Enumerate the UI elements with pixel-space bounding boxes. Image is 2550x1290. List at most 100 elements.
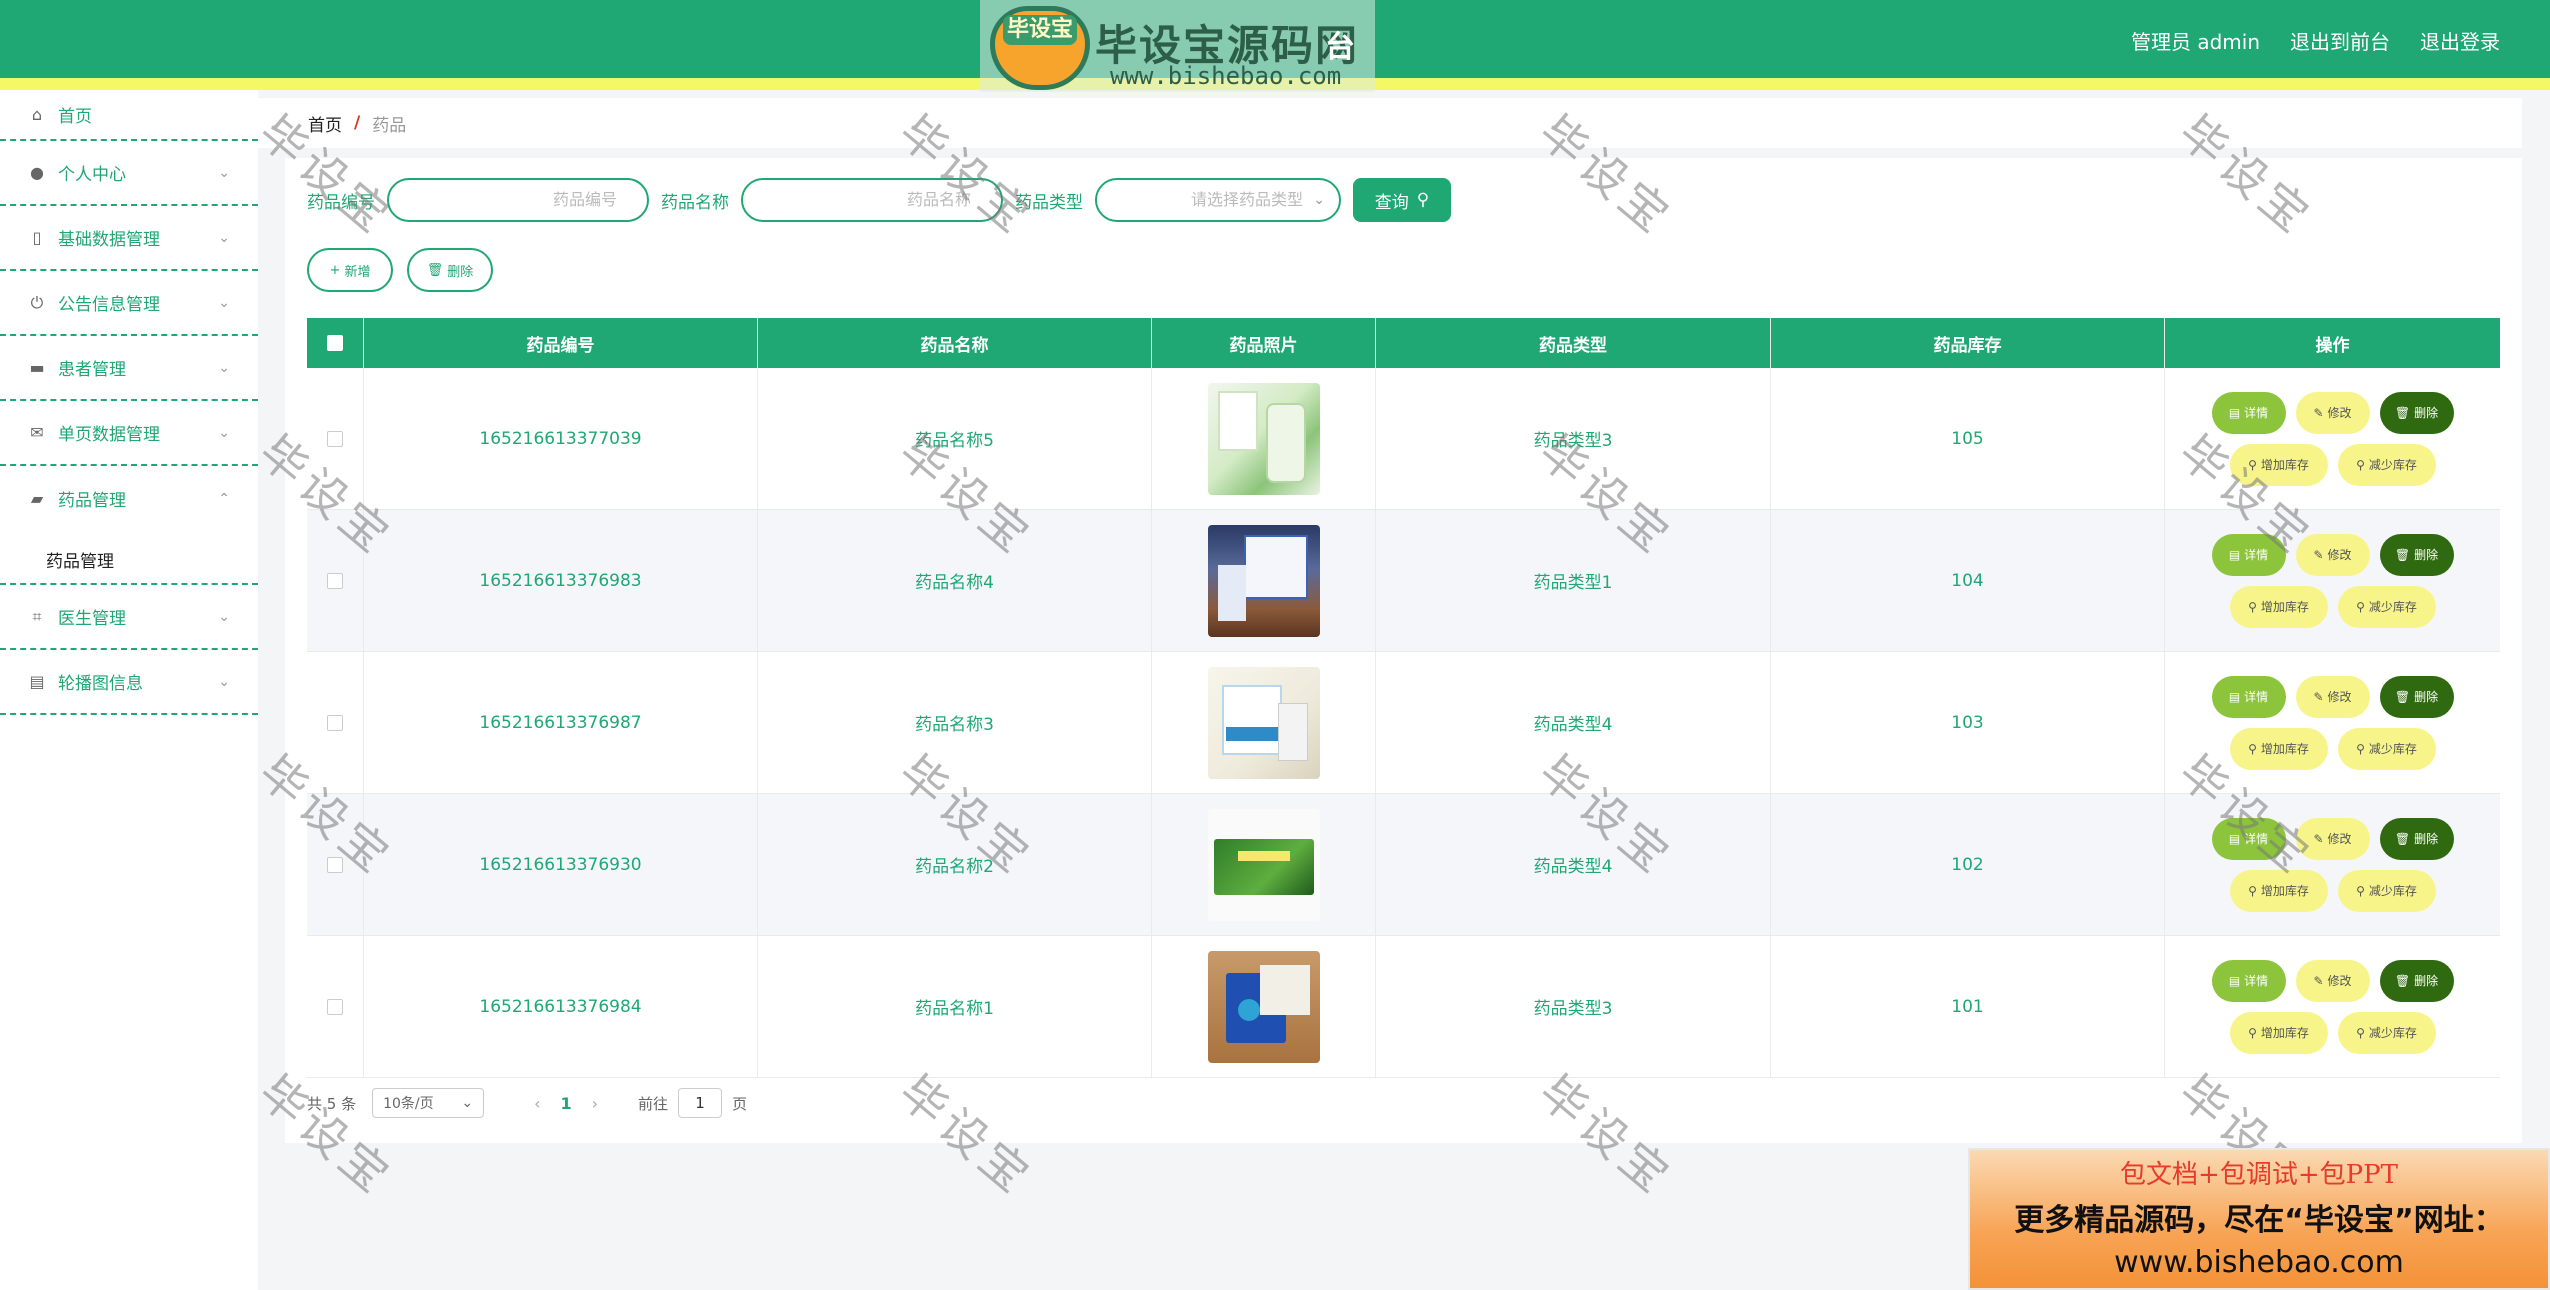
detail-button[interactable]: ▤ 详情 <box>2211 533 2286 576</box>
header-photo[interactable]: 药品照片 <box>1152 318 1376 368</box>
page-size-select[interactable]: 10条/页 ⌄ <box>372 1088 485 1118</box>
edit-button[interactable]: ✎ 修改 <box>2295 817 2370 860</box>
cell-stock: 104 <box>1771 510 2165 651</box>
code-input[interactable]: 药品编号 <box>387 178 649 222</box>
prev-page-icon[interactable]: ‹ <box>534 1094 540 1113</box>
medicine-photo[interactable] <box>1207 382 1320 495</box>
row-checkbox[interactable] <box>327 998 343 1015</box>
reduce-stock-button[interactable]: ⚲ 减少库存 <box>2337 443 2436 486</box>
medicine-photo[interactable] <box>1207 950 1320 1063</box>
delete-label: 删除 <box>2414 974 2439 988</box>
goto-input[interactable]: 1 <box>678 1088 723 1118</box>
mic-icon: ▯ <box>32 228 42 247</box>
row-select-cell <box>307 652 364 793</box>
sidebar-item-home[interactable]: ⌂ 首页 <box>0 90 258 141</box>
select-all-checkbox[interactable] <box>327 335 343 351</box>
medicine-photo[interactable] <box>1207 524 1320 637</box>
header-stock[interactable]: 药品库存 <box>1771 318 2165 368</box>
edit-button[interactable]: ✎ 修改 <box>2295 959 2370 1002</box>
sidebar-item-profile[interactable]: ● 个人中心 ⌄ <box>0 141 258 206</box>
reduce-stock-button[interactable]: ⚲ 减少库存 <box>2337 869 2436 912</box>
detail-button[interactable]: ▤ 详情 <box>2211 959 2286 1002</box>
pin-icon: ⚲ <box>2248 741 2257 756</box>
sidebar-item-medicine[interactable]: ▰ 药品管理 ⌃ <box>0 466 258 531</box>
sidebar-item-patient[interactable]: ▬ 患者管理 ⌄ <box>0 336 258 401</box>
add-stock-button[interactable]: ⚲ 增加库存 <box>2229 443 2328 486</box>
sidebar-item-label: 单页数据管理 <box>58 425 160 445</box>
pin-icon: ⚲ <box>2356 1025 2365 1040</box>
medicine-photo[interactable] <box>1207 666 1320 779</box>
reduce-stock-button[interactable]: ⚲ 减少库存 <box>2337 1011 2436 1054</box>
chevron-down-icon: ⌄ <box>1313 192 1325 208</box>
header-type[interactable]: 药品类型 <box>1376 318 1771 368</box>
cell-code: 165216613376987 <box>364 652 758 793</box>
row-checkbox[interactable] <box>327 856 343 873</box>
pencil-icon: ✎ <box>2313 831 2324 846</box>
sidebar-item-label: 公告信息管理 <box>58 295 160 315</box>
add-stock-button[interactable]: ⚲ 增加库存 <box>2229 869 2328 912</box>
submenu: 药品管理 <box>0 531 258 585</box>
logout-link[interactable]: 退出登录 <box>2420 26 2500 55</box>
detail-label: 详情 <box>2244 406 2269 420</box>
doc-icon: ▤ <box>2228 973 2241 988</box>
delete-button[interactable]: 🗑 删除 <box>2379 817 2454 860</box>
add-label: 新增 <box>344 264 371 280</box>
row-checkbox[interactable] <box>327 430 343 447</box>
add-stock-button[interactable]: ⚲ 增加库存 <box>2229 1011 2328 1054</box>
detail-button[interactable]: ▤ 详情 <box>2211 817 2286 860</box>
ad-banner[interactable]: 包文档+包调试+包PPT 更多精品源码，尽在“毕设宝”网址： www.bishe… <box>1968 1148 2550 1290</box>
sidebar-item-basic-data[interactable]: ▯ 基础数据管理 ⌄ <box>0 206 258 271</box>
edit-button[interactable]: ✎ 修改 <box>2295 675 2370 718</box>
detail-label: 详情 <box>2244 832 2269 846</box>
detail-button[interactable]: ▤ 详情 <box>2211 391 2286 434</box>
to-front-link[interactable]: 退出到前台 <box>2290 26 2390 55</box>
sidebar-item-label: 基础数据管理 <box>58 230 160 250</box>
reduce-stock-label: 减少库存 <box>2368 884 2417 898</box>
main-content: 药品编号 药品编号 药品名称 药品名称 药品类型 请选择药品类型 ⌄ 查询 ⚲ … <box>285 158 2522 1143</box>
cell-photo <box>1152 936 1376 1077</box>
query-button[interactable]: 查询 ⚲ <box>1353 178 1451 222</box>
add-stock-button[interactable]: ⚲ 增加库存 <box>2229 585 2328 628</box>
sidebar-item-carousel[interactable]: ▤ 轮播图信息 ⌄ <box>0 650 258 715</box>
pencil-icon: ✎ <box>2313 973 2324 988</box>
delete-button[interactable]: 🗑 删除 <box>2379 675 2454 718</box>
page-number[interactable]: 1 <box>561 1094 572 1113</box>
row-checkbox[interactable] <box>327 572 343 589</box>
next-page-icon[interactable]: › <box>592 1094 598 1113</box>
delete-label: 删除 <box>2414 690 2439 704</box>
sidebar-item-label: 医生管理 <box>58 609 126 629</box>
sidebar-item-label: 轮播图信息 <box>58 674 143 694</box>
type-select[interactable]: 请选择药品类型 ⌄ <box>1095 178 1341 222</box>
submenu-item-medicine[interactable]: 药品管理 <box>0 531 258 587</box>
row-checkbox[interactable] <box>327 714 343 731</box>
batch-delete-button[interactable]: 🗑 删除 <box>407 248 493 292</box>
select-all-cell <box>307 318 364 368</box>
delete-button[interactable]: 🗑 删除 <box>2379 391 2454 434</box>
sidebar-item-doctor[interactable]: ⌗ 医生管理 ⌄ <box>0 585 258 650</box>
delete-button[interactable]: 🗑 删除 <box>2379 533 2454 576</box>
name-input[interactable]: 药品名称 <box>741 178 1003 222</box>
sidebar-item-single-page[interactable]: ✉ 单页数据管理 ⌄ <box>0 401 258 466</box>
cell-stock: 105 <box>1771 368 2165 509</box>
table-row: 165216613376987 药品名称3 药品类型4 103 ▤ 详情 ✎ 修改 … <box>307 652 2500 794</box>
sidebar-item-notice[interactable]: ⏻ 公告信息管理 ⌄ <box>0 271 258 336</box>
edit-button[interactable]: ✎ 修改 <box>2295 391 2370 434</box>
breadcrumb-home[interactable]: 首页 <box>308 111 342 136</box>
add-button[interactable]: + 新增 <box>307 248 393 292</box>
reduce-stock-button[interactable]: ⚲ 减少库存 <box>2337 585 2436 628</box>
header-code[interactable]: 药品编号 <box>364 318 758 368</box>
cell-ops: ▤ 详情 ✎ 修改 🗑 删除 ⚲ 增加库存 ⚲ 减少库存 <box>2165 510 2500 651</box>
delete-button[interactable]: 🗑 删除 <box>2379 959 2454 1002</box>
logo-url: www.bishebao.com <box>1110 62 1342 90</box>
reduce-stock-button[interactable]: ⚲ 减少库存 <box>2337 727 2436 770</box>
detail-button[interactable]: ▤ 详情 <box>2211 675 2286 718</box>
header-name[interactable]: 药品名称 <box>758 318 1152 368</box>
action-bar: + 新增 🗑 删除 <box>307 248 493 292</box>
power-icon: ⏻ <box>30 292 44 312</box>
cell-photo <box>1152 510 1376 651</box>
medicine-photo[interactable] <box>1207 808 1320 921</box>
add-stock-button[interactable]: ⚲ 增加库存 <box>2229 727 2328 770</box>
edit-button[interactable]: ✎ 修改 <box>2295 533 2370 576</box>
doc-icon: ▤ <box>2228 689 2241 704</box>
search-bar: 药品编号 药品编号 药品名称 药品名称 药品类型 请选择药品类型 ⌄ 查询 ⚲ <box>307 178 1451 222</box>
